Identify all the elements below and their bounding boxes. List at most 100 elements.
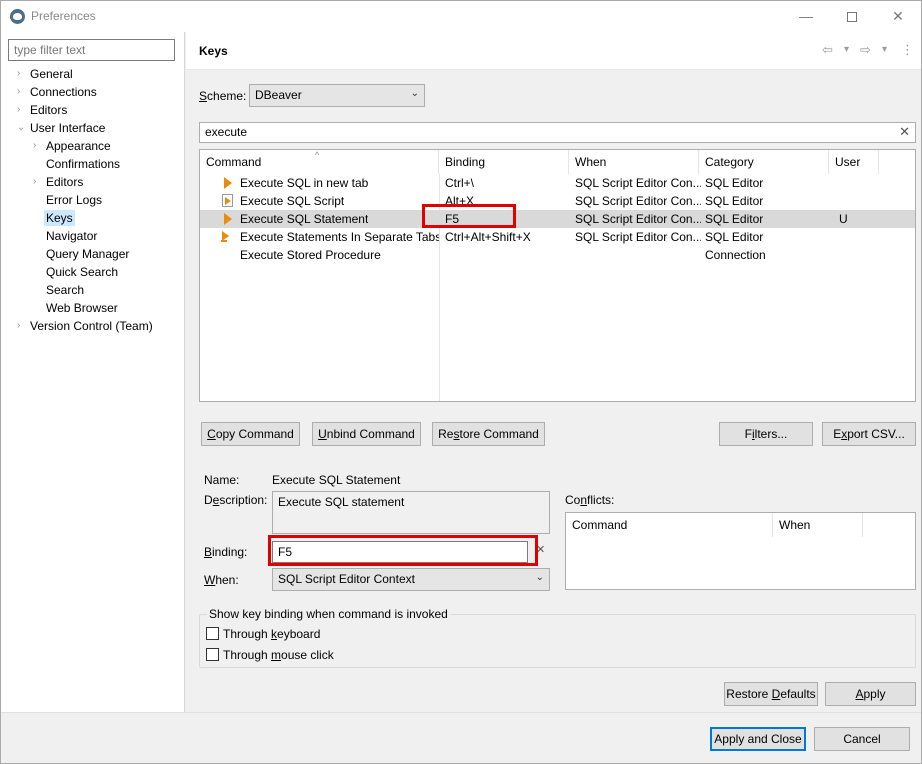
unbind-command-button[interactable]: Unbind Command [312,422,421,446]
column-header-when[interactable]: When [569,150,699,174]
command-search-input[interactable]: execute ✕ [199,122,916,143]
highlight-binding-input [268,535,538,566]
conflicts-table: Command When [565,512,916,590]
column-header-binding[interactable]: Binding [439,150,569,174]
chevron-down-icon: ⌄ [535,572,544,583]
search-value: execute [205,125,248,139]
minimize-icon: — [799,8,813,24]
column-header-category[interactable]: Category [699,150,829,174]
clear-search-icon[interactable]: ✕ [899,124,910,140]
minimize-button[interactable]: — [783,1,829,32]
tree-item-search[interactable]: Search [46,281,84,299]
keys-preference-page: Keys ⇦ ▾ ⇨ ▾ ⋮ Scheme: DBeaver ⌄ execute… [186,32,921,712]
filters-button[interactable]: Filters... [719,422,813,446]
tree-item-connections[interactable]: › Connections [17,83,97,101]
table-row[interactable]: Execute Statements In Separate Tabs Ctrl… [200,228,915,246]
name-label: Name: [204,473,240,487]
table-row[interactable]: Execute SQL Script Alt+X SQL Script Edit… [200,192,915,210]
tree-item-label: Keys [44,210,75,226]
export-csv-button[interactable]: Export CSV... [822,422,916,446]
tree-item-web-browser[interactable]: Web Browser [46,299,118,317]
key-bindings-table: Command ^ Binding When Category User Exe… [199,149,916,402]
preferences-window: Preferences — ✕ type filter text › Gener… [0,0,922,764]
copy-command-button[interactable]: Copy Command [201,422,300,446]
tree-item-label: Connections [30,85,97,99]
through-mouse-click-option[interactable]: Through mouse click [206,647,334,663]
restore-command-button[interactable]: Restore Command [432,422,545,446]
tree-item-confirmations[interactable]: Confirmations [46,155,120,173]
forward-arrow-icon[interactable]: ⇨ [860,42,871,58]
table-row-selected[interactable]: Execute SQL Statement F5 SQL Script Edit… [200,210,915,228]
tree-item-label: Search [46,283,85,297]
dialog-footer: Apply and Close Cancel [1,712,921,763]
close-button[interactable]: ✕ [875,1,921,32]
cell-command: Execute Statements In Separate Tabs [240,230,439,244]
cell-command: Execute Stored Procedure [240,248,381,262]
window-title: Preferences [31,9,96,23]
chevron-right-icon[interactable]: › [17,83,20,101]
name-value: Execute SQL Statement [272,473,401,487]
scheme-value: DBeaver [255,88,302,102]
execute-play-icon [224,213,232,225]
chevron-down-icon[interactable]: ⌄ [17,119,25,137]
tree-item-label: Version Control (Team) [30,319,153,333]
forward-dropdown-icon[interactable]: ▾ [882,44,887,55]
back-arrow-icon[interactable]: ⇦ [822,42,833,58]
cell-binding: Ctrl+Alt+Shift+X [445,230,531,244]
tree-item-version-control[interactable]: › Version Control (Team) [17,317,153,335]
preferences-tree-panel: type filter text › General › Connections… [1,32,185,712]
tree-item-general[interactable]: › General [17,65,73,83]
conflicts-label: Conflicts: [565,493,615,507]
conflicts-column-when[interactable]: When [773,513,863,537]
tree-item-editors[interactable]: › Editors [17,101,67,119]
tree-item-label: Quick Search [46,265,119,279]
through-keyboard-checkbox[interactable] [206,627,219,640]
restore-defaults-button[interactable]: Restore Defaults [724,682,818,706]
tree-item-user-interface[interactable]: ⌄ User Interface [17,119,105,137]
show-binding-group-title: Show key binding when command is invoked [207,607,450,621]
title-bar: Preferences — ✕ [1,1,921,32]
chevron-right-icon[interactable]: › [17,65,20,83]
view-menu-icon[interactable]: ⋮ [901,42,914,58]
description-field[interactable]: Execute SQL statement [272,491,550,534]
cell-category: SQL Editor [705,230,764,244]
apply-and-close-button[interactable]: Apply and Close [710,727,806,751]
scheme-select[interactable]: DBeaver ⌄ [249,84,425,107]
tree-item-quick-search[interactable]: Quick Search [46,263,118,281]
column-header-user[interactable]: User [829,150,879,174]
table-row[interactable]: Execute Stored Procedure Connection [200,246,915,264]
tree-item-appearance[interactable]: › Appearance [33,137,111,155]
chevron-right-icon[interactable]: › [33,137,36,155]
tree-item-label: Query Manager [46,247,130,261]
tree-item-error-logs[interactable]: Error Logs [46,191,102,209]
cell-category: Connection [705,248,766,262]
tree-item-keys[interactable]: Keys [44,209,75,227]
tree-item-ui-editors[interactable]: › Editors [33,173,83,191]
tree-item-label: Confirmations [46,157,121,171]
cell-when: SQL Script Editor Con... [575,176,701,190]
cell-when: SQL Script Editor Con... [575,194,701,208]
execute-separate-tabs-icon [221,230,235,244]
filter-input[interactable]: type filter text [8,39,175,61]
maximize-button[interactable] [829,1,875,32]
tree-item-navigator[interactable]: Navigator [46,227,97,245]
cell-user: U [839,212,848,226]
column-header-command[interactable]: Command ^ [200,150,439,174]
chevron-right-icon[interactable]: › [17,317,20,335]
apply-button[interactable]: Apply [825,682,916,706]
table-row[interactable]: Execute SQL in new tab Ctrl+\ SQL Script… [200,174,915,192]
through-mouse-click-checkbox[interactable] [206,648,219,661]
sql-script-icon [222,194,233,207]
dbeaver-app-icon [10,9,25,24]
cell-category: SQL Editor [705,212,764,226]
tree-item-query-manager[interactable]: Query Manager [46,245,129,263]
cancel-button[interactable]: Cancel [814,727,910,751]
through-keyboard-option[interactable]: Through keyboard [206,626,320,642]
back-dropdown-icon[interactable]: ▾ [844,44,849,55]
chevron-right-icon[interactable]: › [17,101,20,119]
description-label: Description: [204,493,268,507]
chevron-right-icon[interactable]: › [33,173,36,191]
conflicts-column-command[interactable]: Command [566,513,773,537]
when-select[interactable]: SQL Script Editor Context ⌄ [272,568,550,591]
tree-item-label: Navigator [46,229,98,243]
